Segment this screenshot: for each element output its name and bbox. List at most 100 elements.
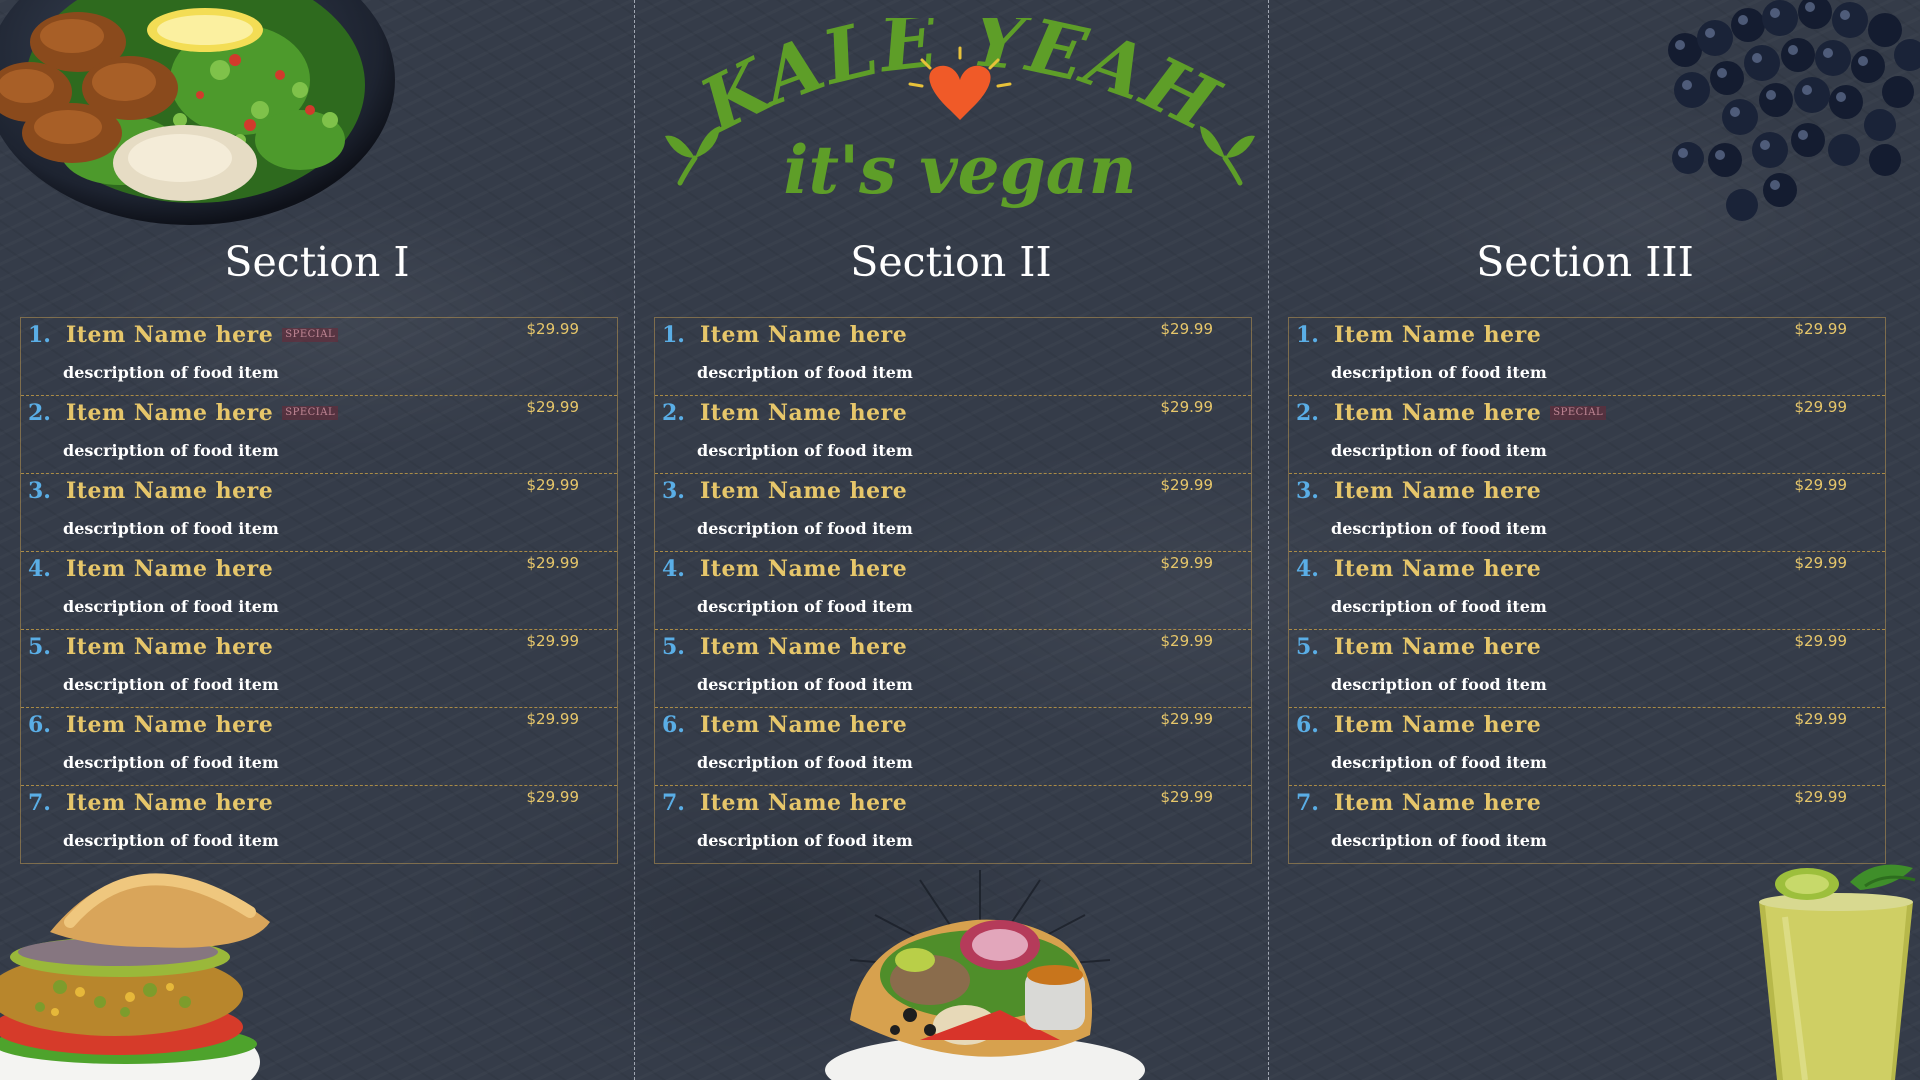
item-description: description of food item bbox=[63, 363, 279, 382]
item-price: $29.99 bbox=[526, 788, 580, 806]
menu-item[interactable]: 4. Item Name here $29.99 description of … bbox=[655, 552, 1251, 630]
menu-item[interactable]: 2. Item Name here SPECIAL $29.99 descript… bbox=[21, 396, 617, 474]
menu-list: 1. Item Name here $29.99 description of … bbox=[1288, 317, 1886, 864]
item-description: description of food item bbox=[1331, 519, 1547, 538]
item-name: Item Name here bbox=[66, 712, 274, 738]
item-price: $29.99 bbox=[1794, 788, 1848, 806]
special-badge: SPECIAL bbox=[1550, 406, 1607, 420]
item-description: description of food item bbox=[697, 597, 913, 616]
item-name: Item Name here bbox=[700, 478, 908, 504]
item-number: 6. bbox=[1296, 712, 1319, 738]
item-name: Item Name here bbox=[700, 790, 908, 816]
item-price: $29.99 bbox=[1794, 320, 1848, 338]
item-name: Item Name here bbox=[66, 634, 274, 660]
item-price: $29.99 bbox=[526, 476, 580, 494]
menu-item[interactable]: 2. Item Name here SPECIAL $29.99 descript… bbox=[1289, 396, 1885, 474]
item-number: 6. bbox=[28, 712, 51, 738]
item-description: description of food item bbox=[1331, 363, 1547, 382]
item-price: $29.99 bbox=[1794, 632, 1848, 650]
item-name: Item Name here bbox=[700, 712, 908, 738]
item-description: description of food item bbox=[63, 753, 279, 772]
item-number: 3. bbox=[1296, 478, 1319, 504]
item-price: $29.99 bbox=[526, 710, 580, 728]
item-name: Item Name here bbox=[1334, 712, 1542, 738]
item-name: Item Name here bbox=[1334, 322, 1542, 348]
menu-list: 1. Item Name here SPECIAL $29.99 descript… bbox=[20, 317, 618, 864]
section-title: Section II bbox=[850, 238, 1052, 286]
item-description: description of food item bbox=[1331, 831, 1547, 850]
item-name: Item Name here bbox=[700, 634, 908, 660]
item-name: Item Name here bbox=[66, 478, 274, 504]
item-number: 4. bbox=[662, 556, 685, 582]
menu-item[interactable]: 7. Item Name here $29.99 description of … bbox=[1289, 786, 1885, 863]
item-price: $29.99 bbox=[526, 320, 580, 338]
item-number: 5. bbox=[1296, 634, 1319, 660]
item-number: 2. bbox=[662, 400, 685, 426]
item-description: description of food item bbox=[63, 831, 279, 850]
menu-item[interactable]: 1. Item Name here SPECIAL $29.99 descript… bbox=[21, 318, 617, 396]
item-description: description of food item bbox=[697, 519, 913, 538]
item-description: description of food item bbox=[697, 753, 913, 772]
item-price: $29.99 bbox=[1160, 398, 1214, 416]
menu-item[interactable]: 7. Item Name here $29.99 description of … bbox=[655, 786, 1251, 863]
item-description: description of food item bbox=[63, 597, 279, 616]
section-title: Section I bbox=[224, 238, 410, 286]
item-name: Item Name here bbox=[700, 322, 908, 348]
item-name: Item Name here bbox=[66, 556, 274, 582]
menu-item[interactable]: 4. Item Name here $29.99 description of … bbox=[21, 552, 617, 630]
menu-item[interactable]: 3. Item Name here $29.99 description of … bbox=[21, 474, 617, 552]
item-name: Item Name here bbox=[1334, 790, 1542, 816]
item-description: description of food item bbox=[697, 831, 913, 850]
special-badge: SPECIAL bbox=[282, 406, 339, 420]
section-1: Section I 1. Item Name here SPECIAL $29.9… bbox=[0, 0, 634, 1080]
menu-item[interactable]: 3. Item Name here $29.99 description of … bbox=[655, 474, 1251, 552]
item-name: Item Name here bbox=[700, 400, 908, 426]
item-number: 7. bbox=[28, 790, 51, 816]
item-number: 3. bbox=[662, 478, 685, 504]
item-name: Item Name here bbox=[66, 790, 274, 816]
item-price: $29.99 bbox=[1160, 632, 1214, 650]
item-number: 3. bbox=[28, 478, 51, 504]
item-price: $29.99 bbox=[1160, 710, 1214, 728]
item-name: Item Name here bbox=[1334, 634, 1542, 660]
item-price: $29.99 bbox=[1794, 710, 1848, 728]
menu-item[interactable]: 1. Item Name here $29.99 description of … bbox=[1289, 318, 1885, 396]
item-price: $29.99 bbox=[1794, 398, 1848, 416]
menu-item[interactable]: 5. Item Name here $29.99 description of … bbox=[21, 630, 617, 708]
item-number: 6. bbox=[662, 712, 685, 738]
menu-item[interactable]: 5. Item Name here $29.99 description of … bbox=[1289, 630, 1885, 708]
menu-item[interactable]: 6. Item Name here $29.99 description of … bbox=[655, 708, 1251, 786]
menu-item[interactable]: 2. Item Name here $29.99 description of … bbox=[655, 396, 1251, 474]
item-description: description of food item bbox=[63, 441, 279, 460]
item-description: description of food item bbox=[697, 675, 913, 694]
item-price: $29.99 bbox=[526, 398, 580, 416]
menu-item[interactable]: 1. Item Name here $29.99 description of … bbox=[655, 318, 1251, 396]
item-description: description of food item bbox=[697, 363, 913, 382]
item-description: description of food item bbox=[63, 519, 279, 538]
item-name: Item Name here SPECIAL bbox=[66, 397, 339, 429]
item-description: description of food item bbox=[1331, 597, 1547, 616]
item-number: 7. bbox=[662, 790, 685, 816]
menu-item[interactable]: 4. Item Name here $29.99 description of … bbox=[1289, 552, 1885, 630]
item-number: 5. bbox=[28, 634, 51, 660]
menu-item[interactable]: 6. Item Name here $29.99 description of … bbox=[21, 708, 617, 786]
item-name: Item Name here SPECIAL bbox=[1334, 397, 1607, 429]
menu-item[interactable]: 3. Item Name here $29.99 description of … bbox=[1289, 474, 1885, 552]
item-number: 2. bbox=[28, 400, 51, 426]
menu-list: 1. Item Name here $29.99 description of … bbox=[654, 317, 1252, 864]
item-price: $29.99 bbox=[1160, 476, 1214, 494]
menu-item[interactable]: 7. Item Name here $29.99 description of … bbox=[21, 786, 617, 863]
special-badge: SPECIAL bbox=[282, 328, 339, 342]
section-title: Section III bbox=[1476, 238, 1694, 286]
item-price: $29.99 bbox=[1160, 554, 1214, 572]
item-name: Item Name here bbox=[1334, 556, 1542, 582]
item-price: $29.99 bbox=[526, 554, 580, 572]
item-number: 7. bbox=[1296, 790, 1319, 816]
item-number: 1. bbox=[662, 322, 685, 348]
section-2: Section II 1. Item Name here $29.99 desc… bbox=[634, 0, 1268, 1080]
item-description: description of food item bbox=[1331, 675, 1547, 694]
menu-item[interactable]: 5. Item Name here $29.99 description of … bbox=[655, 630, 1251, 708]
item-name: Item Name here bbox=[1334, 478, 1542, 504]
menu-item[interactable]: 6. Item Name here $29.99 description of … bbox=[1289, 708, 1885, 786]
section-3: Section III 1. Item Name here $29.99 des… bbox=[1268, 0, 1902, 1080]
